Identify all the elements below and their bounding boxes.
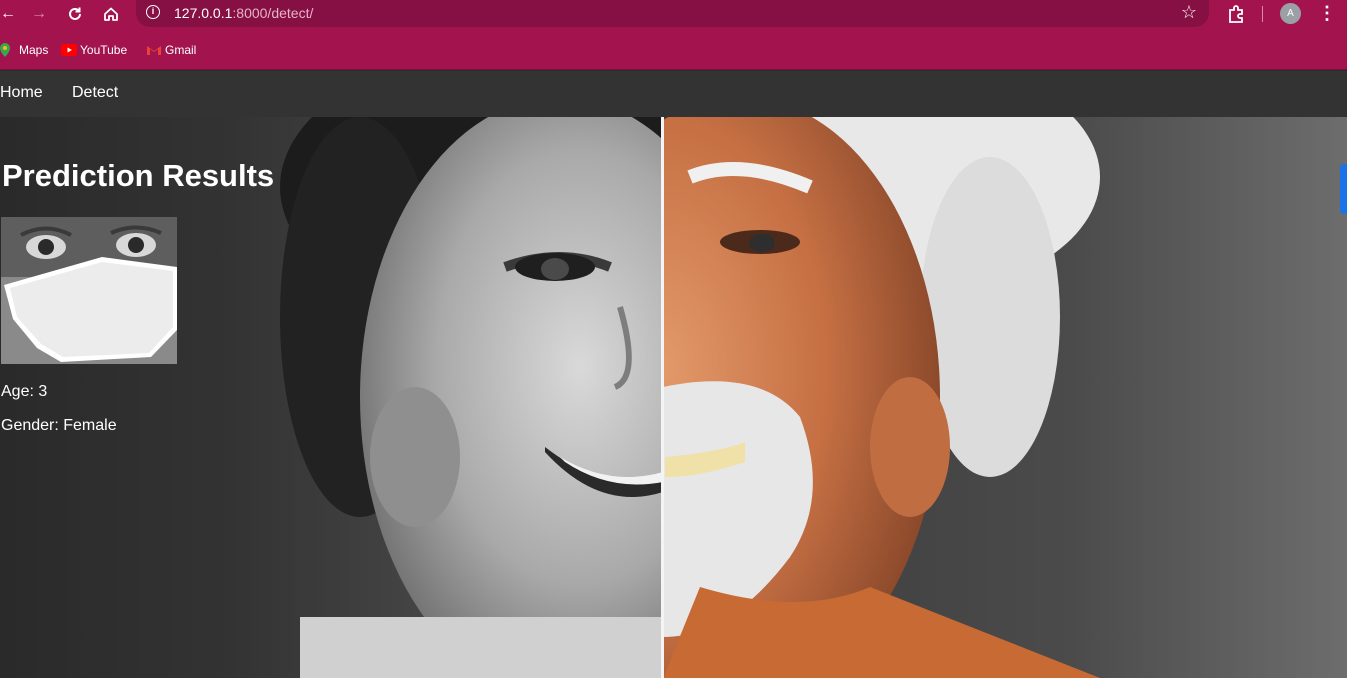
- browser-menu-icon[interactable]: ⋮: [1318, 3, 1336, 24]
- nav-detect-link[interactable]: Detect: [72, 84, 118, 102]
- hero-background-image: [0, 117, 1347, 678]
- extensions-icon[interactable]: [1226, 4, 1246, 24]
- home-icon[interactable]: [101, 4, 121, 24]
- gmail-icon: [146, 43, 161, 57]
- reload-icon[interactable]: [65, 4, 85, 24]
- toolbar-divider: [1262, 6, 1263, 22]
- profile-avatar[interactable]: A: [1280, 3, 1301, 24]
- gender-result: Gender: Female: [1, 417, 117, 434]
- bookmark-maps[interactable]: Maps: [0, 42, 48, 58]
- results-section: Prediction Results Age: 3 Gender: Female: [0, 117, 1347, 678]
- bookmark-star-icon[interactable]: ☆: [1181, 2, 1197, 23]
- bookmark-youtube[interactable]: YouTube: [61, 42, 127, 58]
- youtube-icon: [61, 43, 77, 57]
- back-arrow-icon[interactable]: ←: [0, 4, 16, 24]
- forward-arrow-icon[interactable]: →: [30, 4, 48, 24]
- side-panel-tab[interactable]: [1340, 164, 1347, 214]
- prediction-results-title: Prediction Results: [2, 158, 275, 193]
- detected-face-image: [1, 217, 177, 364]
- bookmark-gmail[interactable]: Gmail: [146, 42, 196, 58]
- bookmarks-bar: Maps YouTube Gmail: [0, 30, 1347, 70]
- browser-toolbar: ← → i 127.0.0.1:8000/detect/ ☆ A ⋮: [0, 0, 1347, 30]
- site-navbar: Home Detect: [0, 71, 1347, 117]
- nav-home-link[interactable]: Home: [0, 84, 43, 102]
- age-result: Age: 3: [1, 383, 48, 400]
- address-bar[interactable]: i 127.0.0.1:8000/detect/ ☆: [136, 0, 1209, 27]
- url-text[interactable]: 127.0.0.1:8000/detect/: [174, 5, 313, 21]
- site-info-icon[interactable]: i: [146, 5, 160, 19]
- maps-icon: [0, 43, 14, 57]
